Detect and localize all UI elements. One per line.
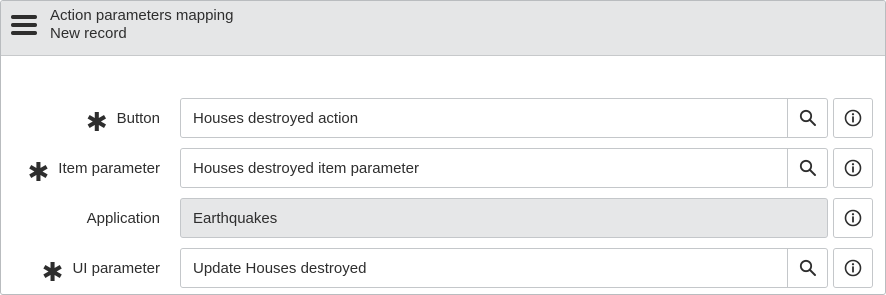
search-icon (799, 159, 816, 176)
info-icon (844, 159, 862, 177)
header-titles: Action parameters mapping New record (50, 7, 233, 43)
button-info-button[interactable] (833, 98, 873, 138)
form-row-button: ✱ Button Houses destroyed action (1, 98, 885, 138)
search-icon (799, 109, 816, 126)
page-title: Action parameters mapping (50, 7, 234, 24)
field-label-ui-parameter: ✱ UI parameter (42, 248, 160, 288)
button-lookup-button[interactable] (787, 99, 827, 137)
field-label-application: Application (87, 198, 160, 238)
ui-parameter-lookup-button[interactable] (787, 249, 827, 287)
ui-parameter-info-button[interactable] (833, 248, 873, 288)
form-row-item-parameter: ✱ Item parameter Houses destroyed item p… (1, 148, 885, 188)
form-window: Action parameters mapping New record ✱ B… (0, 0, 886, 295)
form-row-ui-parameter: ✱ UI parameter Update Houses destroyed (1, 248, 885, 288)
item-parameter-field[interactable]: Houses destroyed item parameter (180, 148, 828, 188)
field-label-item-parameter: ✱ Item parameter (27, 148, 160, 188)
required-marker: ✱ (41, 257, 64, 287)
application-field: Earthquakes (180, 198, 828, 238)
search-icon (799, 259, 816, 276)
application-info-button[interactable] (833, 198, 873, 238)
item-parameter-lookup-button[interactable] (787, 149, 827, 187)
field-label-button: ✱ Button (86, 98, 160, 138)
required-marker: ✱ (27, 157, 50, 187)
button-field-value[interactable]: Houses destroyed action (181, 110, 787, 127)
info-icon (844, 259, 862, 277)
field-label-text: Button (116, 109, 160, 127)
field-label-text: UI parameter (72, 259, 160, 277)
application-field-value: Earthquakes (193, 209, 278, 227)
required-marker: ✱ (85, 107, 108, 137)
info-icon (844, 109, 862, 127)
page-subtitle: New record (50, 25, 127, 42)
ui-parameter-field[interactable]: Update Houses destroyed (180, 248, 828, 288)
field-label-text: Application (86, 209, 160, 227)
form-row-application: Application Earthquakes (1, 198, 885, 238)
form-header: Action parameters mapping New record (1, 1, 885, 56)
item-parameter-info-button[interactable] (833, 148, 873, 188)
hamburger-menu-icon[interactable] (11, 15, 37, 35)
item-parameter-field-value[interactable]: Houses destroyed item parameter (181, 160, 787, 177)
button-field[interactable]: Houses destroyed action (180, 98, 828, 138)
ui-parameter-field-value[interactable]: Update Houses destroyed (181, 260, 787, 277)
info-icon (844, 209, 862, 227)
field-label-text: Item parameter (58, 159, 160, 177)
